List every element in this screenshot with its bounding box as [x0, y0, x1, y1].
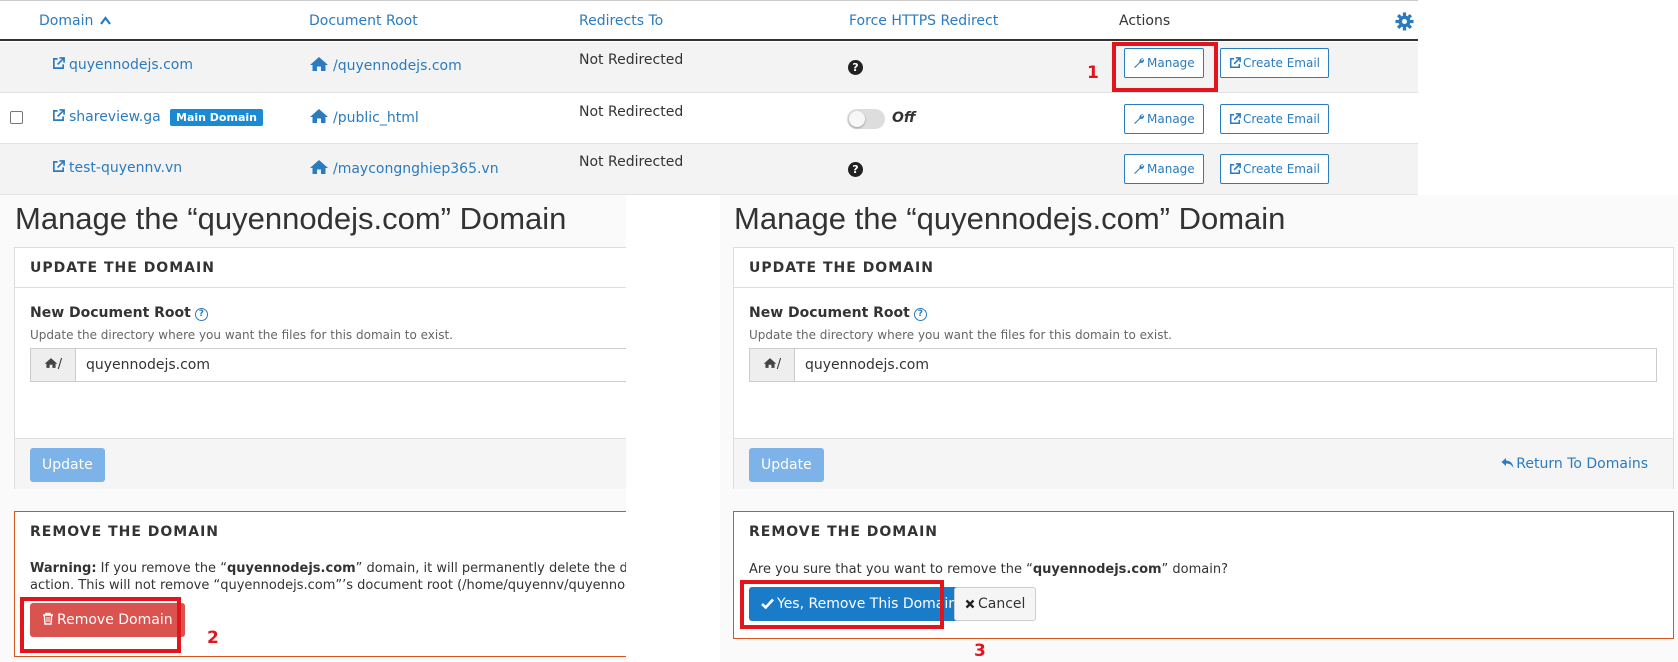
- document-root-input[interactable]: / quyennodejs.com: [30, 348, 626, 382]
- step-3-marker: 3: [974, 641, 986, 661]
- https-toggle-label: Off: [892, 110, 916, 126]
- external-link-icon: [53, 57, 65, 69]
- main-domain-badge: Main Domain: [170, 109, 263, 126]
- input-value: quyennodejs.com: [805, 357, 930, 373]
- domain-link[interactable]: quyennodejs.com: [52, 57, 193, 73]
- home-icon: [44, 358, 58, 368]
- document-root-link[interactable]: /maycongnghiep365.vn: [309, 159, 499, 177]
- update-domain-heading: UPDATE THE DOMAIN: [15, 248, 626, 288]
- document-root-input[interactable]: / quyennodejs.com: [749, 348, 1657, 382]
- https-toggle[interactable]: [847, 109, 885, 129]
- page-title: Manage the “quyennodejs.com” Domain: [734, 201, 1286, 236]
- field-hint: Update the directory where you want the …: [749, 328, 1172, 342]
- header-document-root[interactable]: Document Root: [309, 13, 418, 29]
- domain-link[interactable]: shareview.ga: [52, 109, 161, 125]
- update-domain-card: UPDATE THE DOMAIN New Document Root? Upd…: [733, 247, 1674, 489]
- input-addon: /: [750, 349, 795, 381]
- right-manage-pane: Manage the “quyennodejs.com” Domain UPDA…: [720, 195, 1678, 662]
- table-header: Domain Document Root Redirects To Force …: [0, 1, 1418, 41]
- domains-table: Domain Document Root Redirects To Force …: [0, 0, 1418, 195]
- step-1-marker: 1: [1087, 63, 1099, 83]
- new-document-root-label: New Document Root?: [749, 305, 927, 321]
- home-icon: [763, 358, 777, 368]
- create-email-button[interactable]: Create Email: [1220, 104, 1329, 134]
- redirect-status: Not Redirected: [579, 104, 684, 120]
- cancel-button[interactable]: Cancel: [954, 587, 1037, 621]
- card-footer: Update Return To Domains: [734, 438, 1673, 489]
- domain-link[interactable]: test-quyennv.vn: [52, 160, 182, 176]
- question-icon[interactable]: ?: [848, 60, 863, 75]
- create-email-button[interactable]: Create Email: [1220, 154, 1329, 184]
- highlight-manage-box: [1112, 42, 1218, 92]
- header-actions: Actions: [1119, 13, 1171, 29]
- manage-button[interactable]: Manage: [1124, 104, 1204, 134]
- redirect-status: Not Redirected: [579, 52, 684, 68]
- update-domain-card: UPDATE THE DOMAIN New Document Root? Upd…: [14, 247, 626, 489]
- external-link-icon: [53, 109, 65, 121]
- table-row: shareview.ga Main Domain /public_html No…: [0, 93, 1418, 144]
- manage-button[interactable]: Manage: [1124, 154, 1204, 184]
- wrench-icon: [1134, 164, 1145, 174]
- external-link-icon: [1229, 113, 1241, 125]
- header-domain-sort[interactable]: Domain: [39, 13, 111, 29]
- remove-domain-heading: REMOVE THE DOMAIN: [749, 524, 938, 540]
- help-icon[interactable]: ?: [913, 308, 927, 321]
- home-icon: [310, 57, 328, 71]
- home-icon: [310, 160, 328, 174]
- return-to-domains-link[interactable]: Return To Domains: [1501, 456, 1648, 472]
- chevron-up-icon: [99, 16, 111, 25]
- external-link-icon: [1229, 57, 1241, 69]
- table-row: test-quyennv.vn /maycongnghiep365.vn Not…: [0, 144, 1418, 195]
- redirect-status: Not Redirected: [579, 154, 684, 170]
- page-title: Manage the “quyennodejs.com” Domain: [15, 201, 567, 236]
- remove-domain-heading: REMOVE THE DOMAIN: [30, 524, 219, 540]
- reply-icon: [1501, 458, 1514, 468]
- help-icon[interactable]: ?: [194, 308, 208, 321]
- create-email-button[interactable]: Create Email: [1220, 48, 1329, 78]
- card-footer: Update: [15, 438, 626, 489]
- document-root-link[interactable]: /quyennodejs.com: [309, 56, 462, 74]
- new-document-root-label: New Document Root?: [30, 305, 208, 321]
- external-link-icon: [53, 160, 65, 172]
- close-icon: [965, 599, 975, 609]
- header-redirects-to[interactable]: Redirects To: [579, 13, 663, 29]
- input-value: quyennodejs.com: [86, 357, 211, 373]
- left-manage-pane: Manage the “quyennodejs.com” Domain UPDA…: [0, 195, 626, 662]
- document-root-link[interactable]: /public_html: [309, 108, 419, 126]
- external-link-icon: [1229, 163, 1241, 175]
- update-button[interactable]: Update: [30, 448, 105, 482]
- step-2-marker: 2: [207, 628, 219, 648]
- warning-text: Warning: If you remove the “quyennodejs.…: [30, 561, 626, 593]
- highlight-yes-remove-box: [740, 580, 944, 629]
- question-icon[interactable]: ?: [848, 162, 863, 177]
- home-icon: [310, 109, 328, 123]
- row-checkbox[interactable]: [10, 111, 23, 124]
- update-button[interactable]: Update: [749, 448, 824, 482]
- confirm-text: Are you sure that you want to remove the…: [749, 562, 1229, 577]
- header-force-https[interactable]: Force HTTPS Redirect: [849, 13, 998, 29]
- input-addon: /: [31, 349, 76, 381]
- wrench-icon: [1134, 114, 1145, 124]
- update-domain-heading: UPDATE THE DOMAIN: [734, 248, 1673, 288]
- highlight-remove-box: [20, 597, 181, 653]
- gear-icon[interactable]: [1395, 12, 1414, 31]
- field-hint: Update the directory where you want the …: [30, 328, 453, 342]
